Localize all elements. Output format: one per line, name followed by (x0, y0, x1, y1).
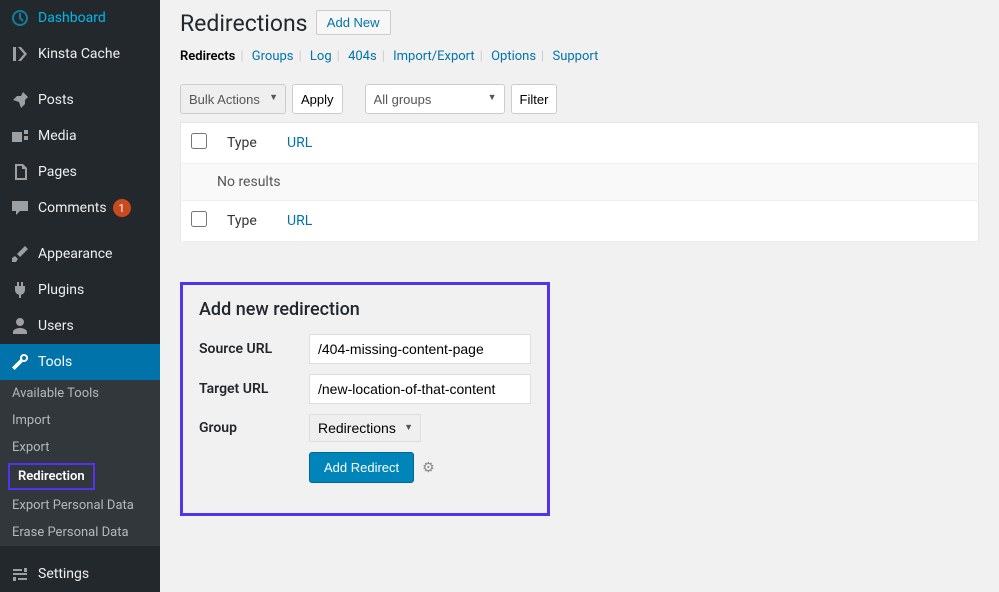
sidebar-item-label: Media (38, 128, 77, 144)
user-icon (10, 316, 30, 336)
form-title: Add new redirection (199, 299, 531, 320)
sidebar-item-settings[interactable]: Settings (0, 556, 160, 592)
sidebar-item-dashboard[interactable]: Dashboard (0, 0, 160, 36)
admin-sidebar: Dashboard Kinsta Cache Posts Media Pages… (0, 0, 160, 592)
submenu-export-personal[interactable]: Export Personal Data (0, 492, 160, 519)
submenu-erase-personal[interactable]: Erase Personal Data (0, 519, 160, 546)
subnav-log[interactable]: Log (310, 49, 332, 64)
sidebar-item-label: Comments (38, 200, 107, 216)
media-icon (10, 126, 30, 146)
sidebar-item-comments[interactable]: Comments 1 (0, 190, 160, 226)
select-all-checkbox-footer[interactable] (191, 211, 207, 227)
sidebar-item-label: Tools (38, 354, 72, 370)
subnav-options[interactable]: Options (491, 49, 536, 64)
sidebar-item-label: Kinsta Cache (38, 46, 120, 62)
subnav-import-export[interactable]: Import/Export (393, 49, 475, 64)
sidebar-item-label: Dashboard (38, 10, 106, 26)
submenu-export[interactable]: Export (0, 434, 160, 461)
brush-icon (10, 244, 30, 264)
sidebar-item-label: Appearance (38, 246, 112, 262)
redirects-table: Type URL No results Type URL (180, 122, 979, 242)
source-url-input[interactable] (309, 334, 531, 364)
comment-icon (10, 198, 30, 218)
filter-button[interactable]: Filter (511, 84, 558, 114)
sliders-icon (10, 564, 30, 584)
subnav: Redirects| Groups| Log| 404s| Import/Exp… (180, 49, 979, 64)
page-title: Redirections (180, 10, 308, 37)
wrench-icon (10, 352, 30, 372)
bulk-actions-select[interactable]: Bulk Actions (180, 84, 286, 114)
subnav-redirects[interactable]: Redirects (180, 49, 235, 64)
target-url-input[interactable] (309, 374, 531, 404)
submenu-import[interactable]: Import (0, 407, 160, 434)
sidebar-item-plugins[interactable]: Plugins (0, 272, 160, 308)
source-url-label: Source URL (199, 341, 309, 357)
gear-icon[interactable]: ⚙ (422, 460, 435, 476)
pin-icon (10, 90, 30, 110)
submenu-available-tools[interactable]: Available Tools (0, 380, 160, 407)
groups-select[interactable]: All groups (365, 84, 505, 114)
kinsta-icon (10, 44, 30, 64)
submenu-redirection[interactable]: Redirection (8, 463, 95, 490)
col-url[interactable]: URL (287, 135, 312, 151)
add-new-button[interactable]: Add New (316, 10, 391, 35)
col-type: Type (217, 123, 277, 164)
sidebar-item-tools[interactable]: Tools (0, 344, 160, 380)
tools-submenu: Available Tools Import Export Redirectio… (0, 380, 160, 546)
sidebar-item-label: Pages (38, 164, 77, 180)
sidebar-item-media[interactable]: Media (0, 118, 160, 154)
apply-button[interactable]: Apply (292, 84, 343, 114)
sidebar-item-posts[interactable]: Posts (0, 82, 160, 118)
sidebar-item-label: Users (38, 318, 74, 334)
group-label: Group (199, 420, 309, 436)
select-all-checkbox[interactable] (191, 133, 207, 149)
subnav-support[interactable]: Support (552, 49, 598, 64)
plug-icon (10, 280, 30, 300)
group-select[interactable]: Redirections (309, 414, 421, 442)
target-url-label: Target URL (199, 381, 309, 397)
col-type-footer: Type (217, 201, 277, 242)
sidebar-item-label: Settings (38, 566, 89, 582)
subnav-404s[interactable]: 404s (348, 49, 377, 64)
sidebar-item-pages[interactable]: Pages (0, 154, 160, 190)
no-results: No results (181, 164, 979, 201)
sidebar-item-users[interactable]: Users (0, 308, 160, 344)
list-toolbar: Bulk Actions Apply All groups Filter (180, 84, 979, 114)
subnav-groups[interactable]: Groups (252, 49, 294, 64)
pages-icon (10, 162, 30, 182)
main-content: Redirections Add New Redirects| Groups| … (160, 0, 999, 592)
sidebar-item-kinsta[interactable]: Kinsta Cache (0, 36, 160, 72)
col-url-footer[interactable]: URL (287, 213, 312, 229)
dashboard-icon (10, 8, 30, 28)
sidebar-item-label: Posts (38, 92, 74, 108)
sidebar-item-appearance[interactable]: Appearance (0, 236, 160, 272)
add-redirect-button[interactable]: Add Redirect (309, 452, 414, 483)
comments-badge: 1 (113, 199, 131, 217)
sidebar-item-label: Plugins (38, 282, 84, 298)
add-redirection-form: Add new redirection Source URL Target UR… (180, 282, 550, 516)
